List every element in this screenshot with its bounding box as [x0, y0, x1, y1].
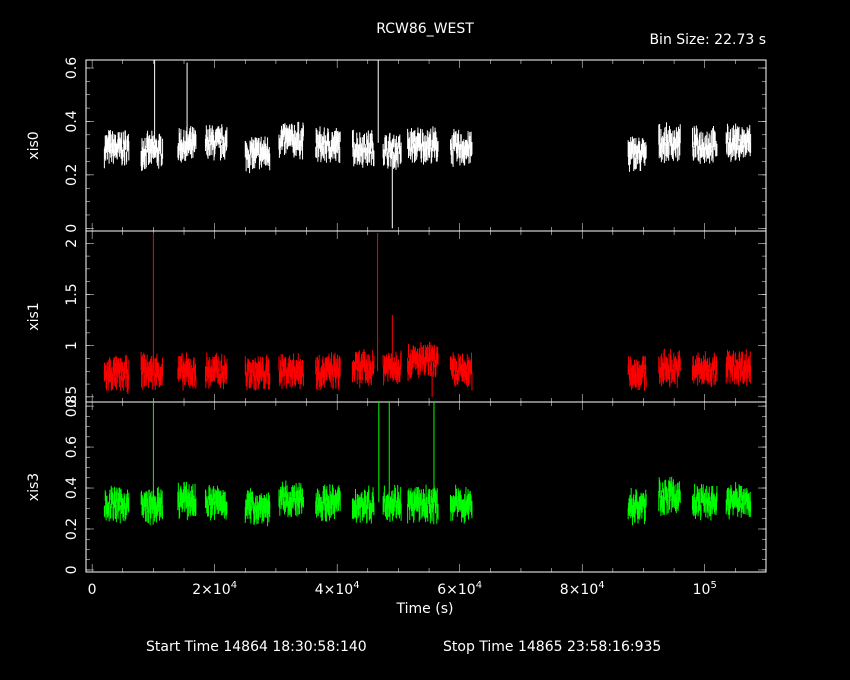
bin-size-label: Bin Size: 22.73 s [649, 32, 766, 48]
xtick-label: 105 [693, 580, 717, 598]
xtick-label: 6×104 [437, 580, 482, 598]
ytick-label-xis1: 1 [64, 341, 80, 350]
ytick-label-xis3: 0.6 [64, 436, 80, 458]
xtick-label: 8×104 [560, 580, 605, 598]
ytick-label-xis0: 0.2 [64, 164, 80, 186]
ytick-label-xis3: 0.8 [64, 395, 80, 417]
xtick-label: 2×104 [192, 580, 237, 598]
ylabel-xis3: xis3 [26, 473, 42, 501]
x-axis-label: Time (s) [396, 601, 454, 617]
ylabel-xis0: xis0 [26, 131, 42, 159]
ytick-label-xis0: 0.6 [64, 57, 80, 79]
ytick-label-xis1: 1.5 [64, 283, 80, 305]
ytick-label-xis1: 2 [64, 239, 80, 248]
ytick-label-xis3: 0 [64, 565, 80, 574]
ytick-label-xis3: 0.4 [64, 477, 80, 499]
start-time-label: Start Time 14864 18:30:58:140 [146, 639, 367, 655]
lightcurve-chart: RCW86_WEST Bin Size: 22.73 s Time (s) St… [26, 21, 767, 655]
xtick-label: 4×104 [315, 580, 360, 598]
ytick-label-xis0: 0 [64, 224, 80, 233]
stop-time-label: Stop Time 14865 23:58:16:935 [443, 639, 661, 655]
xtick-label: 0 [88, 582, 97, 598]
ylabel-xis1: xis1 [26, 302, 42, 330]
ytick-label-xis0: 0.4 [64, 110, 80, 132]
chart-title: RCW86_WEST [376, 21, 474, 37]
plot-area: 00.20.40.6xis00.511.52xis100.20.40.60.8x… [26, 57, 767, 598]
ytick-label-xis3: 0.2 [64, 518, 80, 540]
